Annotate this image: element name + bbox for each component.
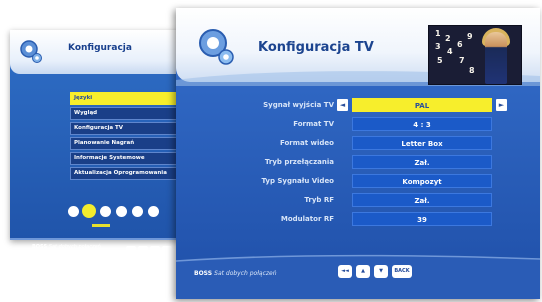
tv-preview-thumbnail: 1 2 3 4 5 6 7 8 9 [428, 25, 522, 85]
arrow-left-icon[interactable]: ◄ [337, 99, 348, 111]
settings-icon[interactable] [82, 204, 96, 218]
selection-indicator [92, 224, 110, 227]
setting-label-format-tv: Format TV [293, 120, 334, 128]
settings-values: ◄ PAL ► 4 : 3 Letter Box Zał. Kompozyt Z… [337, 98, 507, 231]
setting-label-typ-sygnalu-video: Typ Sygnału Video [261, 177, 334, 185]
rewind-button[interactable]: ◄◄ [338, 265, 352, 278]
setting-label-tryb-rf: Tryb RF [304, 196, 334, 204]
setting-label-modulator-rf: Modulator RF [280, 215, 334, 223]
settings-gear-icon [20, 40, 42, 63]
update-icon[interactable] [148, 206, 159, 217]
setting-value-tryb-przelaczania[interactable]: Zał. [352, 155, 492, 169]
presenter-figure [485, 32, 507, 84]
brand-logo: BOSS Sat dobych połączeń [194, 270, 277, 277]
menu-title: Konfiguracja [68, 43, 132, 53]
settings-labels: Sygnał wyjścia TV Format TV Format wideo… [202, 98, 334, 231]
brand-logo: BOSS Sat dobych połączeń [32, 244, 101, 250]
main-menu-list: Języki Wygląd Konfiguracja TV Planowanie… [70, 92, 182, 182]
menu-item-planowanie-nagran[interactable]: Planowanie Nagrań [70, 137, 182, 150]
back-button[interactable]: BACK [392, 265, 412, 278]
setting-label-format-wideo: Format wideo [280, 139, 334, 147]
setting-value-modulator-rf[interactable]: 39 [352, 212, 492, 226]
arrow-right-icon[interactable]: ► [496, 99, 507, 111]
menu-item-konfiguracja-tv[interactable]: Konfiguracja TV [70, 122, 182, 135]
menu-item-informacje-systemowe[interactable]: Informacje Systemowe [70, 152, 182, 165]
globe-icon[interactable] [100, 206, 111, 217]
footer-divider [10, 238, 182, 240]
setting-value-typ-sygnalu-video[interactable]: Kompozyt [352, 174, 492, 188]
check-icon[interactable] [68, 206, 79, 217]
setting-value-sygnal-wyjscia[interactable]: ◄ PAL ► [337, 98, 507, 112]
setting-value-format-wideo[interactable]: Letter Box [352, 136, 492, 150]
konfiguracja-tv-screen: Konfiguracja TV 1 2 3 4 5 6 7 8 9 Sygnał… [176, 8, 540, 299]
menu-item-wyglad[interactable]: Wygląd [70, 107, 182, 120]
konfiguracja-menu-screen: Konfiguracja Języki Wygląd Konfiguracja … [10, 30, 182, 256]
page-title: Konfiguracja TV [258, 40, 374, 55]
rewind-button[interactable] [126, 246, 136, 256]
down-button[interactable]: ▼ [374, 265, 388, 278]
footer-buttons [126, 241, 174, 260]
info-icon[interactable] [132, 206, 143, 217]
list-icon[interactable] [116, 206, 127, 217]
setting-value-tryb-rf[interactable]: Zał. [352, 193, 492, 207]
down-button[interactable] [150, 246, 160, 256]
setting-label-tryb-przelaczania: Tryb przełączania [264, 158, 334, 166]
menu-item-jezyki[interactable]: Języki [70, 92, 182, 105]
setting-value-format-tv[interactable]: 4 : 3 [352, 117, 492, 131]
footer-buttons: ◄◄ ▲ ▼ BACK [338, 265, 416, 284]
up-button[interactable] [138, 246, 148, 256]
setting-label-sygnal-wyjscia: Sygnał wyjścia TV [263, 101, 334, 109]
settings-gear-icon [199, 29, 234, 65]
up-button[interactable]: ▲ [356, 265, 370, 278]
back-button[interactable] [162, 246, 172, 256]
menu-icon-row [68, 204, 178, 222]
setting-value-text: PAL [414, 102, 430, 110]
menu-item-aktualizacja-oprogramowania[interactable]: Aktualizacja Oprogramowania [70, 167, 182, 180]
